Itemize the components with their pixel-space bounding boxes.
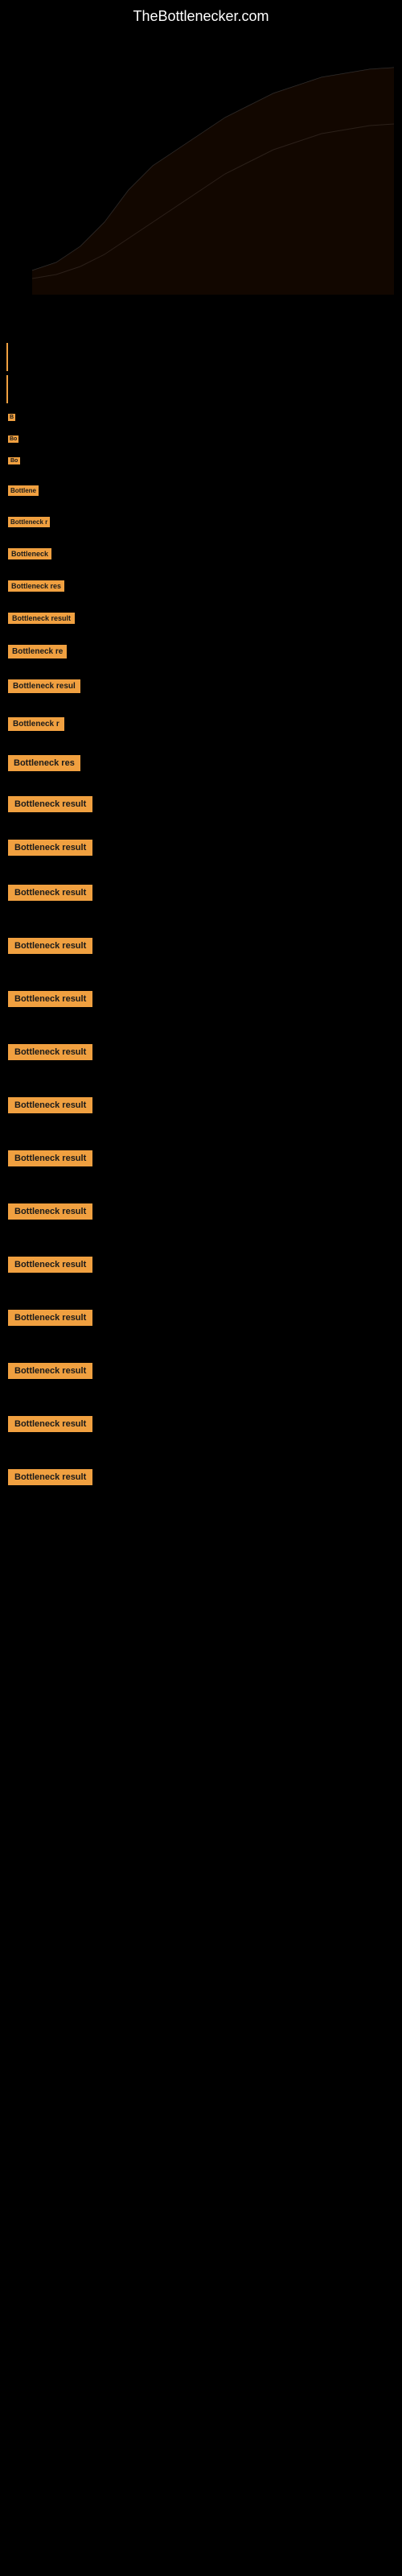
result-badge-3: Bo	[8, 457, 20, 464]
result-badge-1: B	[8, 414, 15, 421]
result-badge-17: Bottleneck result	[8, 991, 92, 1007]
results-section: B Bo Bo Bottlene Bottleneck r Bottleneck…	[0, 407, 402, 1492]
vertical-indicators	[0, 335, 402, 403]
result-badge-10: Bottleneck resul	[8, 679, 80, 693]
result-badge-5: Bottleneck r	[8, 517, 50, 527]
result-badge-2: Bo	[8, 436, 18, 443]
result-row-21: Bottleneck result	[4, 1197, 398, 1226]
result-badge-15: Bottleneck result	[8, 885, 92, 901]
result-row-15: Bottleneck result	[4, 878, 398, 907]
result-row-13: Bottleneck result	[4, 790, 398, 819]
result-row-1: B	[4, 407, 398, 427]
result-row-26: Bottleneck result	[4, 1463, 398, 1492]
result-badge-12: Bottleneck res	[8, 755, 80, 771]
result-row-11: Bottleneck r	[4, 711, 398, 737]
result-row-5: Bottleneck r	[4, 510, 398, 534]
result-row-9: Bottleneck re	[4, 638, 398, 665]
result-badge-9: Bottleneck re	[8, 645, 67, 658]
result-row-24: Bottleneck result	[4, 1356, 398, 1385]
result-row-23: Bottleneck result	[4, 1303, 398, 1332]
result-row-14: Bottleneck result	[4, 833, 398, 862]
result-badge-22: Bottleneck result	[8, 1257, 92, 1273]
result-badge-26: Bottleneck result	[8, 1469, 92, 1485]
result-row-8: Bottleneck result	[4, 606, 398, 630]
result-badge-7: Bottleneck res	[8, 580, 64, 592]
vert-indicator-1	[6, 343, 8, 371]
result-badge-19: Bottleneck result	[8, 1097, 92, 1113]
site-title: TheBottlenecker.com	[0, 0, 402, 29]
result-row-10: Bottleneck resul	[4, 673, 398, 700]
result-badge-11: Bottleneck r	[8, 717, 64, 731]
result-row-12: Bottleneck res	[4, 749, 398, 778]
vert-indicator-2	[6, 375, 8, 403]
result-row-2: Bo	[4, 429, 398, 449]
result-badge-23: Bottleneck result	[8, 1310, 92, 1326]
result-badge-18: Bottleneck result	[8, 1044, 92, 1060]
result-badge-21: Bottleneck result	[8, 1203, 92, 1220]
result-badge-25: Bottleneck result	[8, 1416, 92, 1432]
result-row-22: Bottleneck result	[4, 1250, 398, 1279]
result-badge-13: Bottleneck result	[8, 796, 92, 812]
result-row-3: Bo	[4, 451, 398, 471]
result-row-20: Bottleneck result	[4, 1144, 398, 1173]
chart-area	[0, 29, 402, 335]
result-badge-14: Bottleneck result	[8, 840, 92, 856]
result-row-19: Bottleneck result	[4, 1091, 398, 1120]
result-row-6: Bottleneck	[4, 542, 398, 566]
result-row-25: Bottleneck result	[4, 1410, 398, 1439]
result-row-16: Bottleneck result	[4, 931, 398, 960]
chart-svg	[0, 29, 402, 295]
result-row-18: Bottleneck result	[4, 1038, 398, 1067]
result-badge-16: Bottleneck result	[8, 938, 92, 954]
result-badge-20: Bottleneck result	[8, 1150, 92, 1166]
result-row-7: Bottleneck res	[4, 574, 398, 598]
result-badge-6: Bottleneck	[8, 548, 51, 559]
result-badge-24: Bottleneck result	[8, 1363, 92, 1379]
result-row-4: Bottlene	[4, 479, 398, 502]
result-badge-4: Bottlene	[8, 485, 39, 496]
result-badge-8: Bottleneck result	[8, 613, 75, 624]
result-row-17: Bottleneck result	[4, 985, 398, 1013]
